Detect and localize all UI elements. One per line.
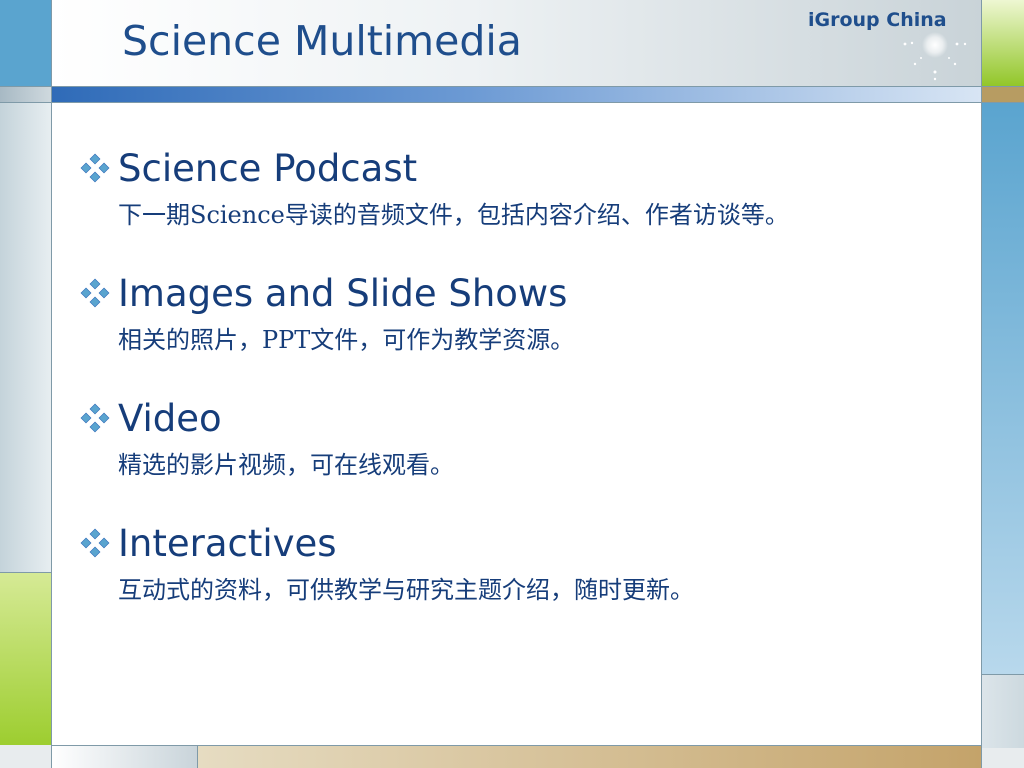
bottom-strip-divider-line (197, 745, 198, 768)
right-blue-block (981, 102, 1024, 674)
left-top-block (0, 0, 51, 86)
slide-title: Science Multimedia (122, 17, 522, 65)
bar-divider-line (0, 102, 1024, 103)
item-label-video: Video (118, 396, 222, 440)
right-bottom-block (981, 748, 1024, 768)
right-divider-line (981, 0, 982, 768)
item-description: 下一期Science导读的音频文件，包括内容介绍、作者访谈等。 (118, 201, 789, 229)
item-description: 互动式的资料，可供教学与研究主题介绍，随时更新。 (118, 576, 694, 604)
four-diamond-bullet-icon (80, 153, 110, 183)
item-description: 精选的影片视频，可在线观看。 (118, 451, 454, 479)
header-gradient-bar (51, 86, 981, 102)
left-green-divider-line (0, 572, 51, 573)
bottom-divider-line (51, 745, 981, 746)
left-band-block (0, 86, 51, 102)
bottom-left-strip (51, 745, 197, 768)
right-gray-divider-line (981, 674, 1024, 675)
list-item: Science Podcast 下一期Science导读的音频文件，包括内容介绍… (80, 145, 789, 229)
list-item: Interactives 互动式的资料，可供教学与研究主题介绍，随时更新。 (80, 520, 694, 604)
left-middle-block (0, 102, 51, 572)
sparkle-star-icon (903, 32, 967, 81)
four-diamond-bullet-icon (80, 528, 110, 558)
left-bottom-block (0, 745, 51, 768)
item-label-images-slide-shows: Images and Slide Shows (118, 271, 568, 315)
list-item: Video 精选的影片视频，可在线观看。 (80, 395, 454, 479)
item-label-interactives: Interactives (118, 521, 337, 565)
left-green-block (0, 572, 51, 748)
item-description: 相关的照片，PPT文件，可作为教学资源。 (118, 326, 575, 354)
header-divider-line (0, 86, 1024, 87)
item-label-science-podcast: Science Podcast (118, 146, 418, 190)
right-gray-block (981, 674, 1024, 748)
list-item: Images and Slide Shows 相关的照片，PPT文件，可作为教学… (80, 270, 574, 354)
bottom-tan-strip (197, 745, 981, 768)
left-divider-line (51, 0, 52, 768)
right-green-block (981, 0, 1024, 86)
four-diamond-bullet-icon (80, 403, 110, 433)
four-diamond-bullet-icon (80, 278, 110, 308)
right-tan-block (981, 86, 1024, 102)
